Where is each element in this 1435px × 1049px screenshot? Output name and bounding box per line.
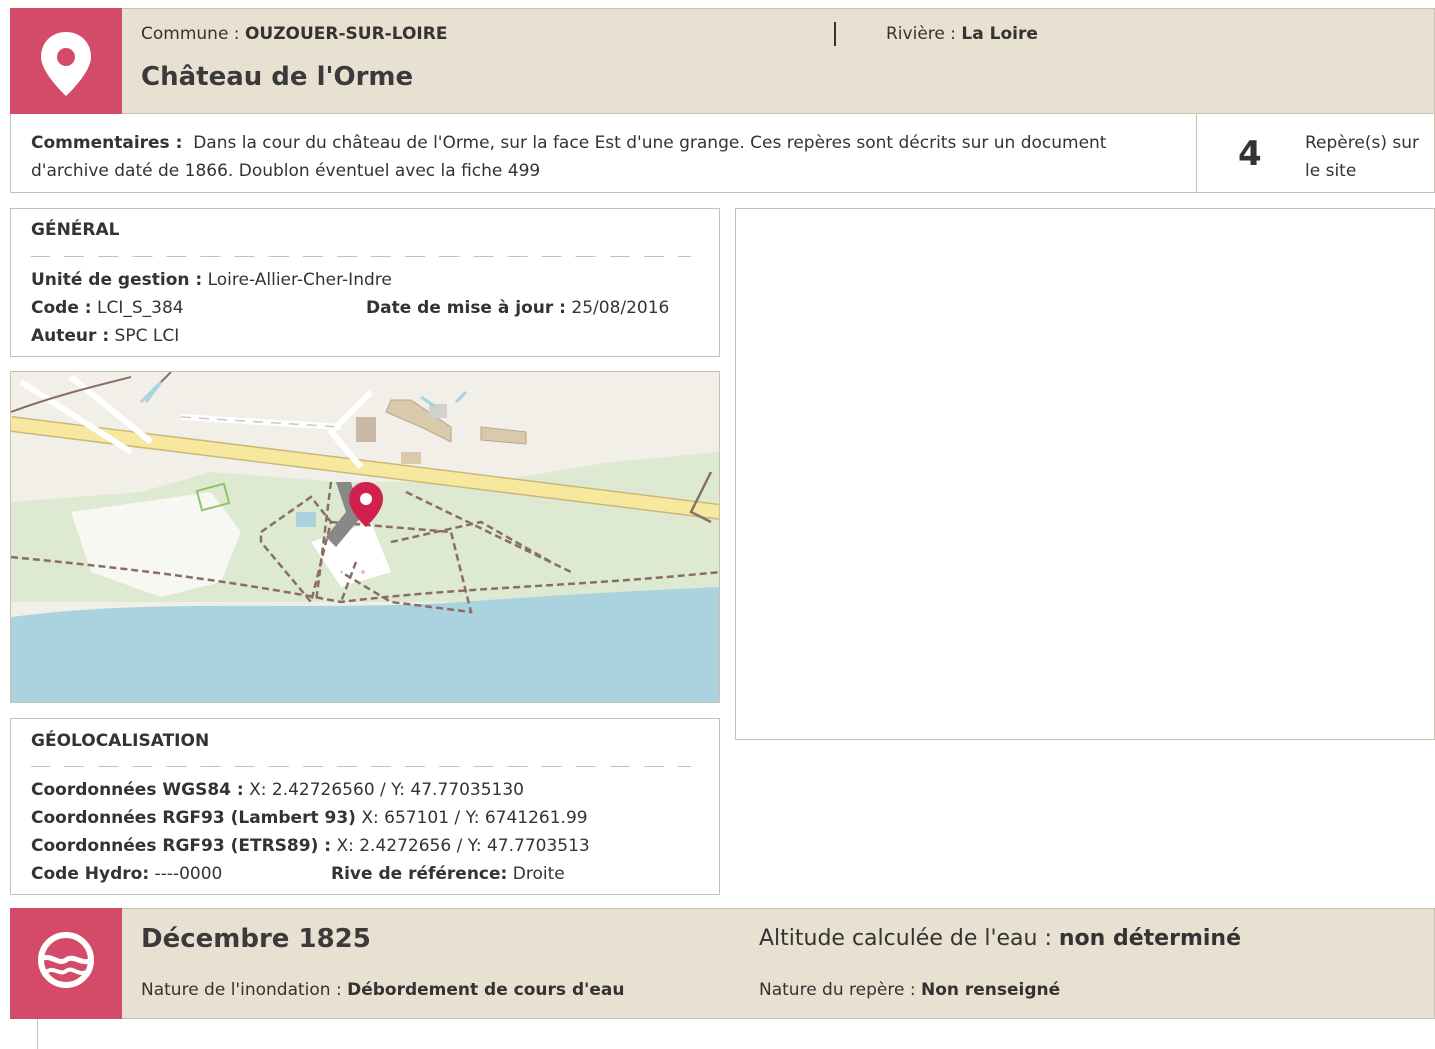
unite-label: Unité de gestion :: [31, 270, 203, 290]
commune-line: Commune : OUZOUER-SUR-LOIRE: [141, 24, 447, 44]
auteur-label: Auteur :: [31, 326, 110, 346]
auteur-row: Auteur : SPC LCI: [31, 322, 179, 350]
unite-value: Loire-Allier-Cher-Indre: [207, 270, 392, 290]
general-dashed-divider: [31, 256, 691, 257]
lambert-row: Coordonnées RGF93 (Lambert 93) X: 657101…: [31, 804, 588, 832]
etrs-row: Coordonnées RGF93 (ETRS89) : X: 2.427265…: [31, 832, 590, 860]
nature-repere-value: Non renseigné: [920, 980, 1061, 1000]
hydro-value: ----0000: [154, 864, 223, 884]
repere-count: 4: [1238, 134, 1262, 174]
altitude-line: Altitude calculée de l'eau : non détermi…: [759, 926, 1241, 951]
unite-row: Unité de gestion : Loire-Allier-Cher-Ind…: [31, 266, 392, 294]
nature-repere-line: Nature du repère : Non renseigné: [759, 980, 1060, 1000]
altitude-value: non déterminé: [1058, 926, 1241, 951]
map-pin-icon: [41, 32, 91, 96]
auteur-value: SPC LCI: [114, 326, 180, 346]
lambert-value: X: 657101 / Y: 6741261.99: [361, 808, 588, 828]
code-label: Code :: [31, 298, 92, 318]
event-date: Décembre 1825: [141, 924, 371, 954]
date-value: 25/08/2016: [571, 298, 670, 318]
date-label: Date de mise à jour :: [366, 298, 566, 318]
wgs-row: Coordonnées WGS84 : X: 2.42726560 / Y: 4…: [31, 776, 524, 804]
rive-label: Rive de référence:: [331, 864, 508, 884]
nature-repere-label: Nature du repère :: [759, 980, 921, 1000]
etrs-label: Coordonnées RGF93 (ETRS89) :: [31, 836, 332, 856]
riviere-line: Rivière : La Loire: [886, 24, 1038, 44]
altitude-label: Altitude calculée de l'eau :: [759, 926, 1059, 951]
event-body: [37, 1019, 1435, 1049]
photo-panel: [735, 208, 1435, 740]
geoloc-dashed-divider: [31, 766, 691, 767]
code-row: Code : LCI_S_384: [31, 294, 184, 322]
hydro-row: Code Hydro: ----0000: [31, 860, 222, 888]
hydro-label: Code Hydro:: [31, 864, 150, 884]
comments-divider: [1196, 114, 1197, 193]
nature-inondation-line: Nature de l'inondation : Débordement de …: [141, 980, 624, 1000]
general-title: GÉNÉRAL: [31, 220, 120, 240]
header-divider: [834, 22, 836, 46]
etrs-value: X: 2.4272656 / Y: 47.7703513: [336, 836, 590, 856]
code-value: LCI_S_384: [96, 298, 184, 318]
location-map[interactable]: [10, 371, 720, 703]
water-wave-icon: [38, 932, 94, 988]
wgs-value: X: 2.42726560 / Y: 47.77035130: [249, 780, 524, 800]
repere-count-label: Repère(s) sur le site: [1305, 133, 1419, 181]
commune-value: OUZOUER-SUR-LOIRE: [244, 24, 448, 44]
rive-value: Droite: [512, 864, 565, 884]
riviere-label: Rivière :: [886, 24, 962, 44]
rive-row: Rive de référence: Droite: [331, 860, 565, 888]
event-icon-box: [10, 908, 122, 1019]
site-icon-box: [10, 8, 122, 114]
wgs-label: Coordonnées WGS84 :: [31, 780, 244, 800]
comments-body: Dans la cour du château de l'Orme, sur l…: [31, 133, 1107, 181]
map-canvas: [11, 372, 719, 702]
comments-label: Commentaires :: [31, 133, 183, 153]
commune-label: Commune :: [141, 24, 245, 44]
site-title: Château de l'Orme: [141, 62, 414, 92]
geoloc-title: GÉOLOCALISATION: [31, 731, 210, 751]
nature-inondation-label: Nature de l'inondation :: [141, 980, 348, 1000]
comments-text: Commentaires : Dans la cour du château d…: [31, 129, 1151, 185]
lambert-label: Coordonnées RGF93 (Lambert 93): [31, 808, 356, 828]
date-row: Date de mise à jour : 25/08/2016: [366, 294, 669, 322]
nature-inondation-value: Débordement de cours d'eau: [347, 980, 625, 1000]
riviere-value: La Loire: [961, 24, 1038, 44]
